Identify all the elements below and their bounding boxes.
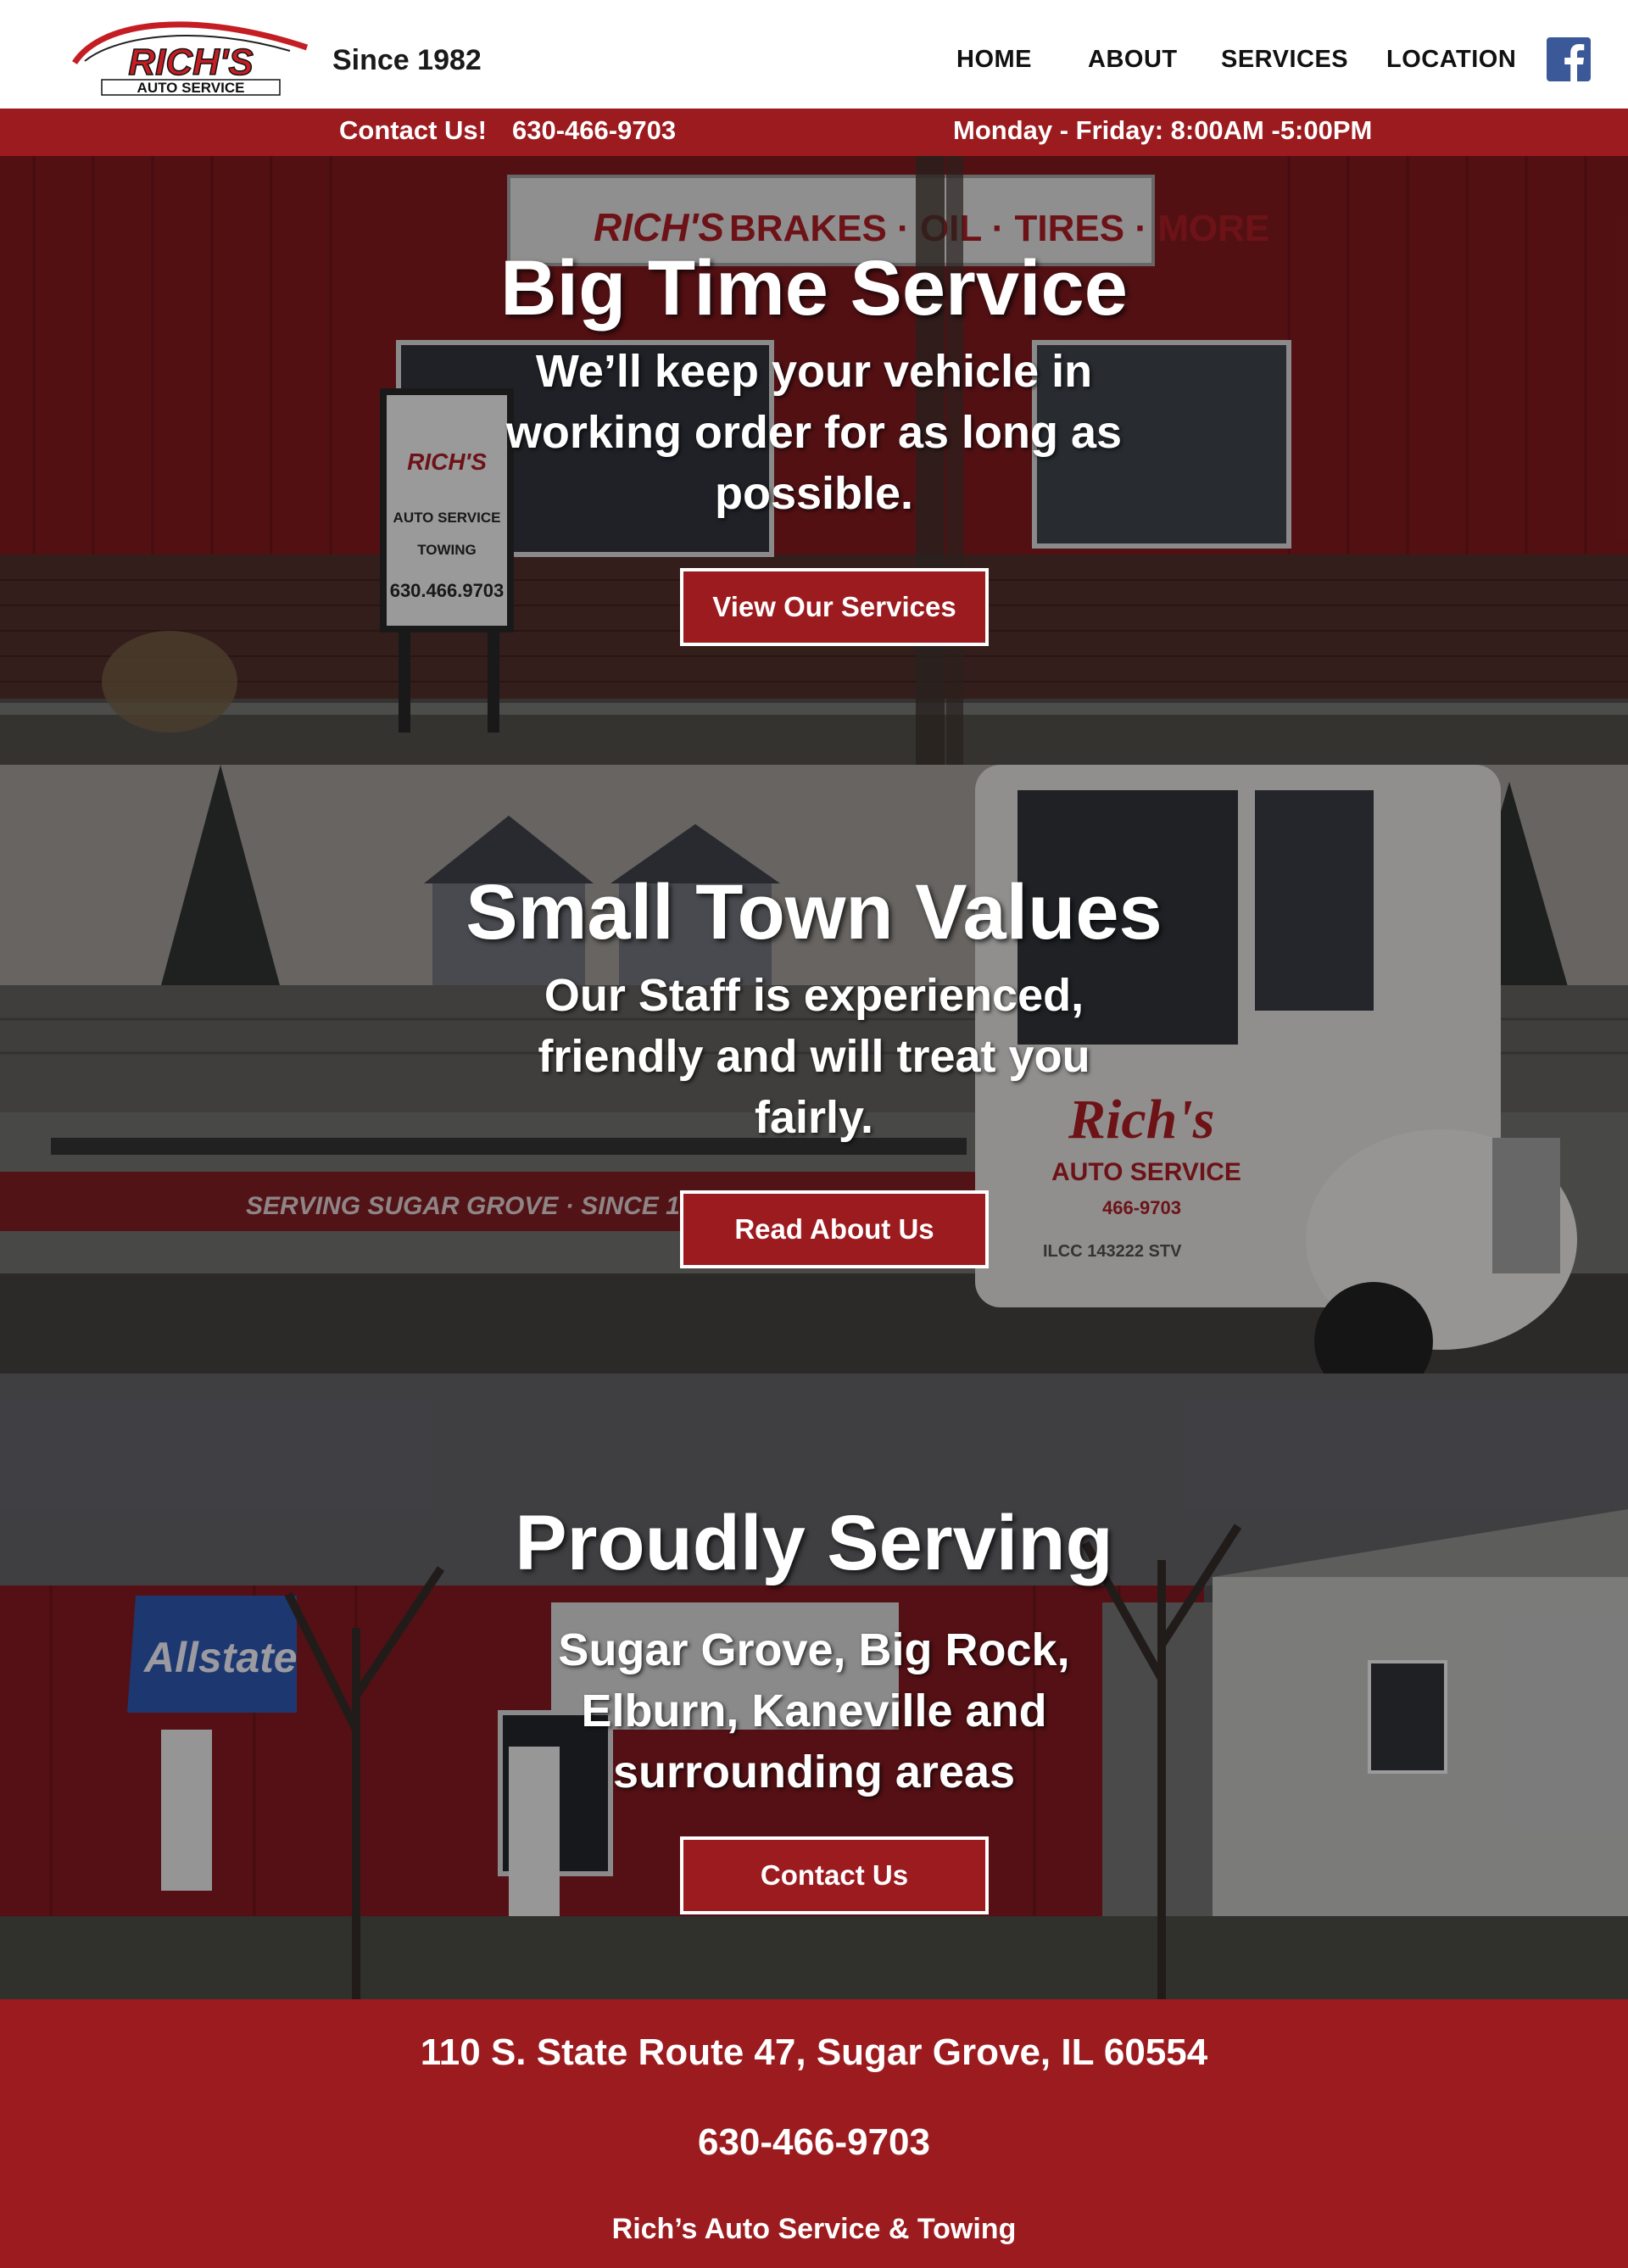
nav-about[interactable]: ABOUT [1088, 46, 1178, 74]
footer-company: Rich’s Auto Service & Towing [611, 2213, 1017, 2245]
footer-phone[interactable]: 630-466-9703 [0, 2121, 1628, 2164]
section-subtitle: We’ll keep your vehicle in working order… [505, 346, 1123, 519]
section-title: Small Town Values [466, 869, 1162, 956]
logo-text: RICH'S [128, 42, 253, 83]
section-title: Proudly Serving [515, 1500, 1113, 1586]
business-hours: Monday - Friday: 8:00AM -5:00PM [953, 115, 1373, 145]
logo-subtext: AUTO SERVICE [137, 80, 245, 96]
section-subtitle: Our Staff is experienced, friendly and w… [538, 970, 1090, 1143]
site-footer: 110 S. State Route 47, Sugar Grove, IL 6… [0, 1999, 1628, 2268]
hero-section-services: RICH'S BRAKES · OIL · TIRES · MORE RICH'… [0, 156, 1628, 765]
hero-section-contact: Allstate Proudly Serving Sugar Grove, Bi… [0, 1374, 1628, 1999]
contact-bar: Contact Us! 630-466-9703 Monday - Friday… [0, 109, 1628, 156]
since-year: Since 1982 [332, 44, 482, 76]
footer-address: 110 S. State Route 47, Sugar Grove, IL 6… [420, 2031, 1208, 2073]
nav-location[interactable]: LOCATION [1386, 46, 1516, 74]
view-services-button[interactable]: View Our Services [680, 568, 989, 646]
site-header: RICH'S AUTO SERVICE Since 1982 HOME ABOU… [0, 0, 1628, 107]
contact-label[interactable]: Contact Us! [339, 115, 487, 146]
read-about-us-button[interactable]: Read About Us [680, 1190, 989, 1268]
section-title: Big Time Service [500, 245, 1128, 332]
contact-phone[interactable]: 630-466-9703 [512, 115, 676, 146]
contact-us-button[interactable]: Contact Us [680, 1836, 989, 1914]
section-subtitle: Sugar Grove, Big Rock, Elburn, Kaneville… [558, 1624, 1070, 1797]
nav-services[interactable]: SERVICES [1221, 46, 1348, 74]
facebook-icon[interactable] [1547, 37, 1591, 81]
nav-home[interactable]: HOME [956, 46, 1032, 74]
hero-section-about: SERVING SUGAR GROVE · SINCE 1984 Rich's … [0, 765, 1628, 1374]
logo[interactable]: RICH'S AUTO SERVICE [68, 14, 314, 98]
